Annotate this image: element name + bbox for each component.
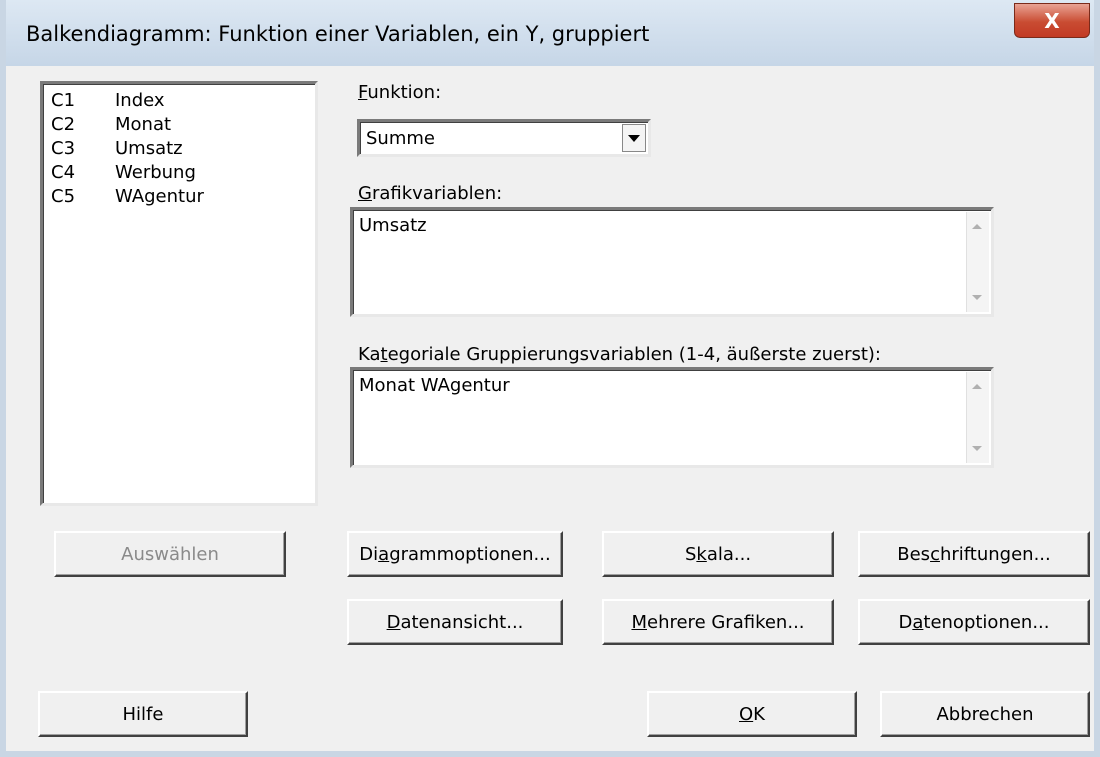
grafikvariablen-field[interactable]: Umsatz <box>350 207 994 317</box>
grafikvariablen-scrollbar[interactable] <box>966 212 989 312</box>
variable-column: C3 <box>51 138 76 159</box>
variable-name: Index <box>115 90 165 111</box>
variable-column: C1 <box>51 90 76 111</box>
variable-name: Werbung <box>115 162 196 183</box>
scroll-down-icon[interactable] <box>972 446 982 451</box>
gruppierung-value: Monat WAgentur <box>359 375 510 396</box>
grafikvariablen-label: Grafikvariablen: <box>358 183 503 204</box>
variable-column: C4 <box>51 162 76 183</box>
list-item[interactable]: C3 Umsatz <box>51 137 183 161</box>
variable-column: C5 <box>51 186 76 207</box>
variable-name: WAgentur <box>115 186 204 207</box>
scroll-down-icon[interactable] <box>972 295 982 300</box>
variable-column: C2 <box>51 114 76 135</box>
scroll-up-icon[interactable] <box>972 224 982 229</box>
funktion-select[interactable]: Summe <box>357 119 651 157</box>
window-title: Balkendiagramm: Funktion einer Variablen… <box>26 22 650 46</box>
hilfe-button[interactable]: Hilfe <box>38 691 248 737</box>
auswaehlen-button[interactable]: Auswählen <box>54 531 286 577</box>
beschriftungen-button[interactable]: Bes c hriftungen... <box>858 531 1090 577</box>
dropdown-arrow-icon[interactable] <box>622 124 646 152</box>
abbrechen-button[interactable]: Abbrechen <box>880 691 1090 737</box>
title-bar[interactable]: Balkendiagramm: Funktion einer Variablen… <box>6 0 1094 66</box>
gruppierung-scrollbar[interactable] <box>966 372 989 463</box>
variable-name: Monat <box>115 114 172 135</box>
close-button[interactable]: X <box>1014 3 1090 38</box>
grafikvariablen-value: Umsatz <box>359 215 427 236</box>
datenoptionen-button[interactable]: Da tenoptionen... <box>858 599 1090 645</box>
diagrammoptionen-button[interactable]: Di a grammoptionen... <box>347 531 563 577</box>
funktion-selected-value: Summe <box>366 128 435 149</box>
datenansicht-button[interactable]: Datenansicht... <box>347 599 563 645</box>
skala-button[interactable]: Sk ala... <box>602 531 834 577</box>
list-item[interactable]: C4 Werbung <box>51 161 196 185</box>
mehrere-grafiken-button[interactable]: Mehrere Grafiken... <box>602 599 834 645</box>
gruppierung-label: Kategoriale Gruppierungsvariablen (1-4, … <box>358 344 881 365</box>
scroll-up-icon[interactable] <box>972 384 982 389</box>
list-item[interactable]: C2 Monat <box>51 113 171 137</box>
list-item[interactable]: C5 WAgentur <box>51 185 204 209</box>
variable-list[interactable]: C1 Index C2 Monat C3 Umsatz C4 Werbung C5 WAg… <box>40 81 318 506</box>
list-item[interactable]: C1 Index <box>51 89 165 113</box>
gruppierung-field[interactable]: Monat WAgentur <box>350 367 994 468</box>
funktion-label: Funktion: <box>358 82 442 103</box>
ok-button[interactable]: OK <box>647 691 857 737</box>
variable-name: Umsatz <box>115 138 183 159</box>
dialog-window: Balkendiagramm: Funktion einer Variablen… <box>0 0 1100 757</box>
dialog-client-area: C1 Index C2 Monat C3 Umsatz C4 Werbung C5 WAg… <box>12 66 1090 745</box>
